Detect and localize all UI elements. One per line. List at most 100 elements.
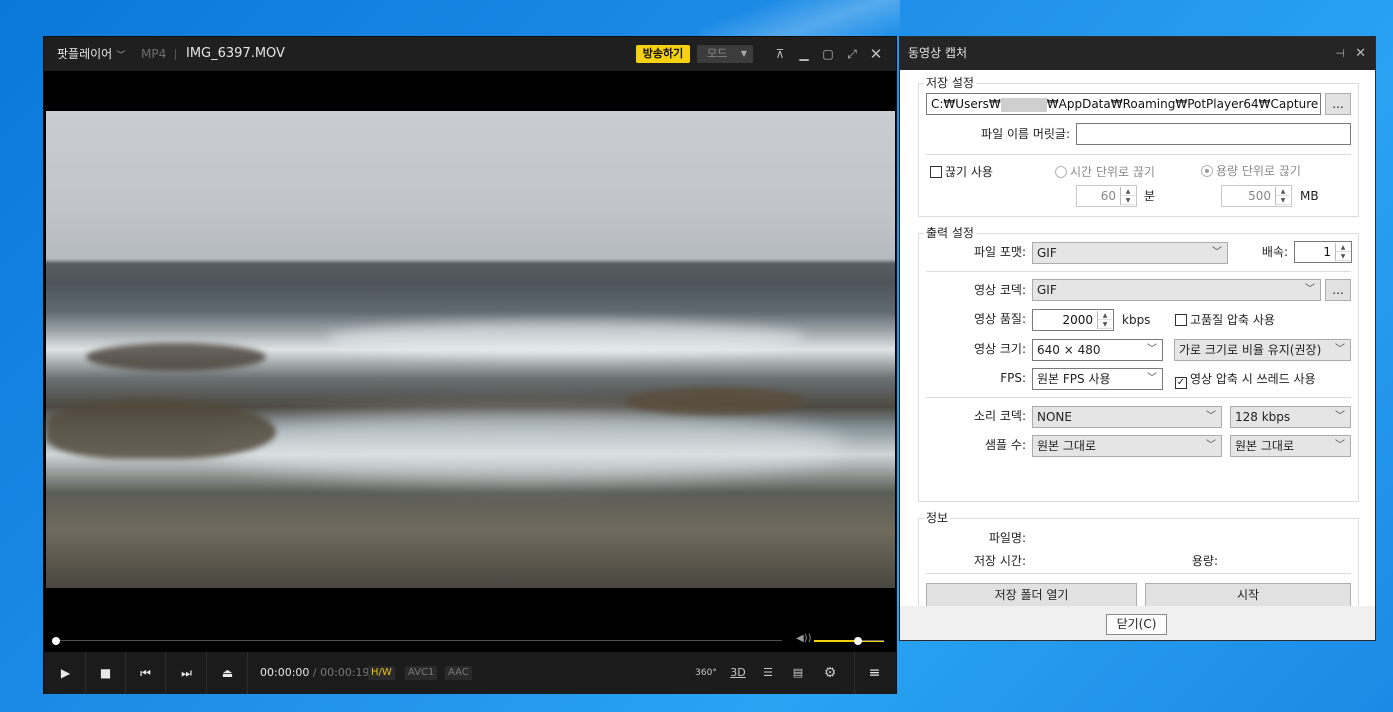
next-button[interactable]: ⏭ [167, 652, 207, 694]
browse-path-button[interactable]: ... [1325, 93, 1351, 115]
video-quality-unit: kbps [1122, 313, 1151, 327]
hw-decode-badge[interactable]: H/W [368, 666, 395, 680]
360-icon[interactable]: 360° [694, 652, 718, 694]
potplayer-window: 팟플레이어 ﹀ MP4 IMG_6397.MOV 방송하기 모드 ▼ ⊼ ▁ ▢ … [43, 36, 897, 694]
previous-button[interactable]: ⏮ [126, 652, 166, 694]
chevron-down-icon: ﹀ [1212, 247, 1222, 258]
split-by-time-radio[interactable]: 시간 단위로 끊기 [1055, 164, 1155, 180]
dialog-footer: 닫기(C) [900, 606, 1375, 640]
chevron-down-icon: ﹀ [116, 51, 126, 61]
file-format-select[interactable]: GIF ﹀ [1032, 242, 1228, 264]
info-filename-label: 파일명: [988, 531, 1026, 545]
speed-spinner[interactable]: 1 ▲ ▼ [1294, 241, 1352, 263]
settings-gear-icon[interactable]: ⚙ [818, 652, 842, 694]
video-capture-dialog: 동영상 캡처 ⊣ ✕ 저장 설정 C:₩Users₩ ₩AppData₩Roami… [899, 36, 1376, 641]
fps-select[interactable]: 원본 FPS 사용 ﹀ [1032, 368, 1163, 390]
title-divider [175, 49, 176, 60]
subtitle-icon[interactable]: ▤ [786, 652, 810, 694]
close-icon[interactable]: ✕ [867, 37, 885, 71]
save-path-rest: ₩AppData₩Roaming₩PotPlayer64₩Capture [1046, 97, 1319, 111]
channel-select[interactable]: 원본 그대로 ﹀ [1230, 435, 1351, 457]
app-menu-button[interactable]: 팟플레이어 ﹀ [51, 37, 131, 71]
split-size-unit: MB [1300, 189, 1319, 203]
volume-icon[interactable]: ◀)) [796, 633, 812, 644]
checkbox-box [1175, 314, 1187, 326]
save-settings-label: 저장 설정 [924, 76, 976, 90]
sample-value: 원본 그대로 [1037, 439, 1097, 453]
info-size-label: 용량: [1191, 554, 1218, 568]
close-icon[interactable]: ✕ [1355, 37, 1366, 70]
seek-bar[interactable] [56, 640, 782, 641]
seek-handle[interactable] [52, 637, 60, 645]
pin-icon[interactable]: ⊼ [771, 37, 789, 71]
fullscreen-icon[interactable]: ⤢ [843, 37, 861, 71]
eject-button[interactable]: ⏏ [208, 652, 248, 694]
spinner-arrows[interactable]: ▲ ▼ [1120, 187, 1135, 205]
control-bar: ▶ ■ ⏮ ⏭ ⏏ 00:00:00 / 00:00:19 H/W AVC1 A… [44, 652, 896, 694]
3d-icon[interactable]: 3D [726, 652, 750, 694]
spinner-arrows[interactable]: ▲ ▼ [1275, 187, 1290, 205]
broadcast-button[interactable]: 방송하기 [636, 45, 690, 63]
video-quality-spinner[interactable]: 2000 ▲ ▼ [1032, 309, 1114, 331]
mode-dropdown[interactable]: 모드 ▼ [697, 45, 753, 63]
split-time-spinner[interactable]: 60 ▲ ▼ [1076, 185, 1137, 207]
file-format-label: MP4 [141, 47, 167, 61]
audio-codec-select[interactable]: NONE ﹀ [1032, 406, 1222, 428]
thread-checkbox[interactable]: ✓ 영상 압축 시 쓰레드 사용 [1175, 371, 1316, 389]
menu-icon[interactable]: ≡ [854, 652, 894, 694]
spinner-arrows[interactable]: ▲ ▼ [1335, 243, 1350, 261]
save-path-field[interactable]: C:₩Users₩ ₩AppData₩Roaming₩PotPlayer64₩Ca… [926, 93, 1321, 115]
stop-button[interactable]: ■ [86, 652, 126, 694]
high-quality-label: 고품질 압축 사용 [1190, 313, 1275, 327]
save-path-prefix: C:₩Users₩ [931, 97, 1001, 111]
divider [926, 397, 1351, 398]
minimize-icon[interactable]: ▁ [795, 37, 813, 71]
video-codec-select[interactable]: GIF ﹀ [1032, 279, 1321, 301]
divider [926, 271, 1351, 272]
play-button[interactable]: ▶ [46, 652, 86, 694]
video-codec-value: GIF [1037, 283, 1057, 297]
start-button[interactable]: 시작 [1145, 583, 1351, 607]
radio-dot [1201, 165, 1213, 177]
close-dialog-button[interactable]: 닫기(C) [1106, 614, 1167, 635]
split-checkbox[interactable]: 끊기 사용 [930, 164, 993, 180]
audio-codec-badge[interactable]: AAC [445, 666, 472, 680]
sample-select[interactable]: 원본 그대로 ﹀ [1032, 435, 1222, 457]
dialog-titlebar: 동영상 캡처 ⊣ ✕ [900, 37, 1375, 70]
volume-handle[interactable] [854, 637, 862, 645]
time-display: 00:00:00 / 00:00:19 [260, 652, 370, 694]
split-label: 끊기 사용 [945, 165, 993, 179]
split-by-size-radio[interactable]: 용량 단위로 끊기 [1201, 163, 1301, 179]
file-prefix-field[interactable] [1076, 123, 1351, 145]
maximize-icon[interactable]: ▢ [819, 37, 837, 71]
pin-icon[interactable]: ⊣ [1335, 37, 1345, 70]
spinner-down-icon: ▼ [1276, 196, 1290, 205]
file-name: IMG_6397.MOV [186, 46, 285, 61]
app-menu-label: 팟플레이어 [57, 47, 113, 61]
video-size-select[interactable]: 640 × 480 ﹀ [1032, 339, 1163, 361]
dialog-title: 동영상 캡처 [908, 46, 968, 60]
video-rock [46, 399, 276, 459]
chevron-down-icon: ﹀ [1147, 344, 1157, 355]
video-size-label: 영상 크기: [973, 342, 1026, 356]
spinner-arrows[interactable]: ▲ ▼ [1097, 311, 1112, 329]
sample-label: 샘플 수: [985, 438, 1026, 452]
time-separator: / [312, 666, 317, 679]
divider [926, 573, 1351, 574]
video-frame[interactable] [46, 111, 895, 588]
high-quality-checkbox[interactable]: 고품질 압축 사용 [1175, 312, 1275, 328]
aspect-select[interactable]: 가로 크기로 비율 유지(권장) ﹀ [1174, 339, 1351, 361]
playlist-search-icon[interactable]: ☰ [756, 652, 780, 694]
file-format-value: GIF [1037, 246, 1057, 260]
checkbox-box [930, 166, 942, 178]
open-folder-button[interactable]: 저장 폴더 열기 [926, 583, 1137, 607]
aspect-value: 가로 크기로 비율 유지(권장) [1179, 343, 1322, 357]
audio-bitrate-select[interactable]: 128 kbps ﹀ [1230, 406, 1351, 428]
video-wave [326, 321, 806, 356]
fps-label: FPS: [1000, 371, 1026, 385]
spinner-down-icon: ▼ [1121, 196, 1135, 205]
codec-options-button[interactable]: ... [1325, 279, 1351, 301]
video-codec-badge[interactable]: AVC1 [405, 666, 438, 680]
split-size-spinner[interactable]: 500 ▲ ▼ [1221, 185, 1292, 207]
redacted-username [1000, 97, 1047, 112]
